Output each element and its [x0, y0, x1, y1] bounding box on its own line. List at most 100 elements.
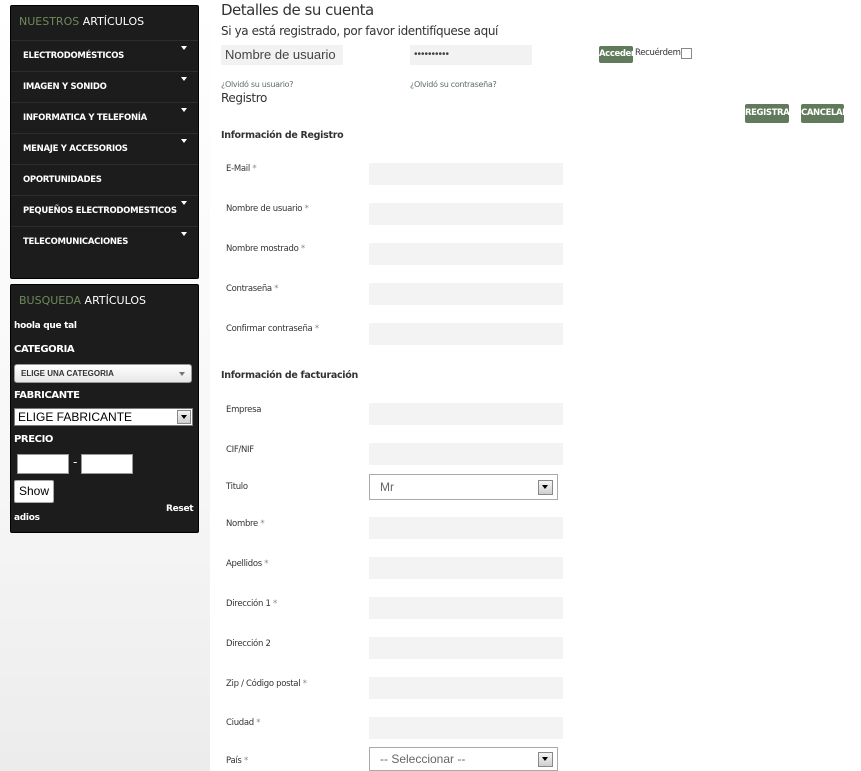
nav-list: ELECTRODOMÉSTICOS IMAGEN Y SONIDO INFORM… [11, 40, 198, 257]
manufacturer-select[interactable]: ELIGE FABRICANTE [14, 408, 193, 426]
login-prompt: Si ya está registrado, por favor identif… [221, 24, 498, 38]
confirm-password-input[interactable] [369, 323, 563, 345]
registration-section-heading: Información de Registro [221, 130, 344, 141]
city-label: Ciudad * [226, 718, 261, 728]
display-name-label: Nombre mostrado * [226, 244, 305, 254]
reg-password-input[interactable] [369, 283, 563, 305]
nav-item-pequenos[interactable]: PEQUEÑOS ELECTRODOMESTICOS [11, 195, 198, 226]
field-label-text: Zip / Código postal [226, 679, 301, 689]
nav-item-electrodomesticos[interactable]: ELECTRODOMÉSTICOS [11, 40, 198, 71]
field-label-text: País [226, 756, 242, 766]
email-input[interactable] [369, 163, 563, 185]
country-select[interactable]: -- Seleccionar -- [369, 747, 558, 771]
address1-label: Dirección 1 * [226, 599, 277, 609]
last-name-input[interactable] [369, 557, 563, 579]
category-select-value: ELIGE UNA CATEGORIA [21, 369, 114, 378]
nav-item-label: TELECOMUNICACIONES [23, 237, 129, 247]
register-heading: Registro [221, 91, 267, 105]
caret-down-icon[interactable] [181, 232, 187, 236]
manufacturer-select-value: ELIGE FABRICANTE [18, 410, 133, 424]
nav-panel-title: NUESTROS ARTÍCULOS [11, 6, 198, 32]
required-marker: * [264, 559, 269, 569]
nav-item-label: OPORTUNIDADES [23, 175, 102, 185]
required-marker: * [302, 679, 307, 689]
search-title-part1: BUSQUEDA [19, 294, 82, 307]
password-input[interactable]: •••••••••• [410, 45, 532, 65]
caret-down-icon[interactable] [181, 77, 187, 81]
title-select[interactable]: Mr [369, 474, 558, 500]
price-separator: - [73, 455, 78, 469]
field-label-text: Dirección 1 [226, 599, 271, 609]
register-button[interactable]: REGISTRAR [745, 104, 796, 123]
chevron-down-icon [179, 372, 185, 376]
first-name-label: Nombre * [226, 519, 265, 529]
zip-input[interactable] [369, 677, 563, 699]
field-label-text: Ciudad [226, 718, 254, 728]
nav-panel: NUESTROS ARTÍCULOS ELECTRODOMÉSTICOS IMA… [10, 5, 199, 279]
dropdown-arrow-icon [538, 752, 553, 767]
field-label-text: Confirmar contraseña [226, 324, 313, 334]
nav-item-imagen-sonido[interactable]: IMAGEN Y SONIDO [11, 71, 198, 102]
forgot-password-link[interactable]: ¿Olvidó su contraseña? [410, 80, 497, 89]
price-label: PRECIO [14, 434, 54, 445]
caret-down-icon[interactable] [181, 108, 187, 112]
display-name-input[interactable] [369, 243, 563, 265]
address2-input[interactable] [369, 637, 563, 659]
caret-down-icon[interactable] [181, 139, 187, 143]
field-label-text: CIF/NIF [226, 445, 254, 455]
caret-down-icon[interactable] [181, 46, 187, 50]
price-max-input[interactable] [81, 454, 133, 474]
category-select[interactable]: ELIGE UNA CATEGORIA [14, 364, 192, 383]
country-select-value: -- Seleccionar -- [380, 752, 466, 766]
field-label-text: Titulo [226, 482, 248, 492]
nav-item-informatica[interactable]: INFORMATICA Y TELEFONÍA [11, 102, 198, 133]
nav-item-label: INFORMATICA Y TELEFONÍA [23, 113, 147, 123]
billing-section-heading: Información de facturación [221, 370, 358, 381]
forgot-username-link[interactable]: ¿Olvidó su usuario? [221, 80, 293, 89]
city-input[interactable] [369, 717, 563, 739]
nav-item-label: PEQUEÑOS ELECTRODOMESTICOS [23, 206, 177, 216]
confirm-password-label: Confirmar contraseña * [226, 324, 319, 334]
page-title: Detalles de su cuenta [221, 1, 374, 19]
nav-title-part1: NUESTROS [19, 15, 80, 28]
reg-username-input[interactable] [369, 203, 563, 225]
category-label: CATEGORIA [14, 344, 75, 355]
login-button[interactable]: Acceder [599, 46, 635, 63]
last-name-label: Apellidos * [226, 559, 269, 569]
zip-label: Zip / Código postal * [226, 679, 307, 689]
nav-item-oportunidades[interactable]: OPORTUNIDADES [11, 164, 198, 195]
field-label-text: Nombre [226, 519, 258, 529]
search-panel-title: BUSQUEDA ARTÍCULOS [11, 285, 198, 311]
nav-item-menaje[interactable]: MENAJE Y ACCESORIOS [11, 133, 198, 164]
company-input[interactable] [369, 403, 563, 425]
nav-item-telecomunicaciones[interactable]: TELECOMUNICACIONES [11, 226, 198, 257]
taxid-label: CIF/NIF [226, 445, 254, 455]
taxid-input[interactable] [369, 443, 563, 465]
remember-checkbox[interactable] [681, 48, 692, 59]
show-button[interactable]: Show [14, 480, 54, 503]
price-min-input[interactable] [17, 454, 69, 474]
address1-input[interactable] [369, 597, 563, 619]
field-label-text: Empresa [226, 405, 262, 415]
search-outro: adios [14, 513, 40, 523]
manufacturer-label: FABRICANTE [14, 390, 80, 401]
first-name-input[interactable] [369, 517, 563, 539]
required-marker: * [272, 599, 277, 609]
search-intro: hoola que tal [14, 321, 77, 331]
nav-item-label: IMAGEN Y SONIDO [23, 82, 107, 92]
required-marker: * [314, 324, 319, 334]
email-label: E-Mail * [226, 164, 257, 174]
username-input[interactable]: Nombre de usuario [221, 45, 343, 65]
required-marker: * [300, 244, 305, 254]
company-label: Empresa [226, 405, 261, 415]
required-marker: * [256, 718, 261, 728]
cancel-button[interactable]: CANCELAR [801, 104, 849, 123]
field-label-text: Nombre de usuario [226, 204, 303, 214]
caret-down-icon[interactable] [181, 201, 187, 205]
required-marker: * [260, 519, 265, 529]
country-label: País * [226, 756, 248, 766]
dropdown-arrow-icon [177, 410, 191, 424]
field-label-text: Dirección 2 [226, 639, 271, 649]
reset-link[interactable]: Reset [162, 504, 197, 514]
field-label-text: Contraseña [226, 284, 272, 294]
